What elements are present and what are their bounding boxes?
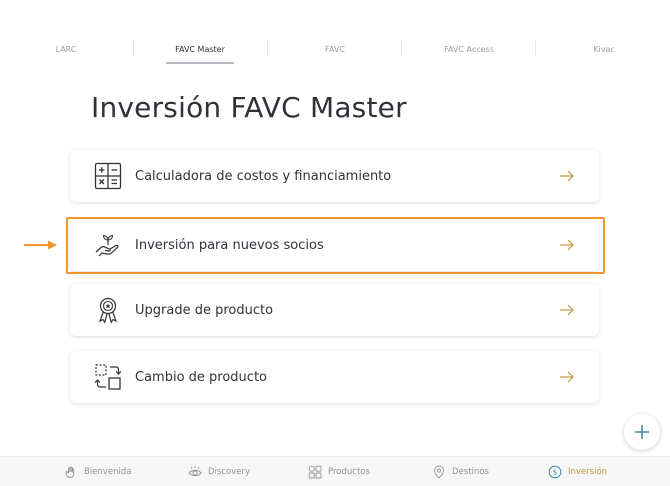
card-cambio-producto[interactable]: Cambio de producto [70,351,599,403]
swap-boxes-icon [94,364,122,390]
tab-divider [401,40,402,56]
grid-icon [308,465,322,479]
location-pin-icon [434,465,444,479]
tab-divider [535,40,536,56]
arrow-right-icon [560,371,574,383]
tab-favc-access[interactable]: FAVC Access [430,36,508,62]
arrow-right-icon [560,239,574,251]
page-title: Inversión FAVC Master [91,91,407,124]
plus-icon [635,425,649,439]
nav-bienvenida[interactable]: Bienvenida [64,457,131,486]
nav-discovery[interactable]: Discovery [188,457,250,486]
card-inversion-nuevos-socios[interactable]: Inversión para nuevos socios [70,219,599,271]
hand-plant-icon [95,234,119,257]
nav-destinos[interactable]: Destinos [432,457,489,486]
tab-favc[interactable]: FAVC [300,36,370,62]
tab-larc[interactable]: LARC [30,36,102,62]
card-label: Calculadora de costos y financiamiento [135,168,392,184]
calculator-icon [94,162,122,190]
card-label: Upgrade de producto [135,302,274,318]
add-fab-button[interactable] [624,414,660,450]
nav-productos[interactable]: Productos [308,457,370,486]
nav-inversion[interactable]: $ Inversión [548,457,607,486]
svg-text:$: $ [553,469,557,477]
eye-icon [188,466,202,477]
hand-wave-icon [65,466,75,478]
pointer-arrow-icon [24,240,57,250]
award-ribbon-icon [98,297,118,324]
arrow-right-icon [560,170,574,182]
tab-divider [133,40,134,56]
card-calculadora[interactable]: Calculadora de costos y financiamiento [70,150,599,202]
tab-kivac[interactable]: Kivac [580,36,628,62]
card-label: Cambio de producto [135,369,267,385]
card-upgrade-producto[interactable]: Upgrade de producto [70,284,599,336]
arrow-right-icon [560,304,574,316]
top-tabs: LARC FAVC Master FAVC FAVC Access Kivac [0,36,670,66]
bottom-nav: Bienvenida Discovery Productos Destinos [0,456,670,486]
dollar-coin-icon: $ [548,465,562,479]
tab-divider [267,40,268,56]
tab-favc-master[interactable]: FAVC Master [166,36,234,64]
card-label: Inversión para nuevos socios [135,237,324,253]
